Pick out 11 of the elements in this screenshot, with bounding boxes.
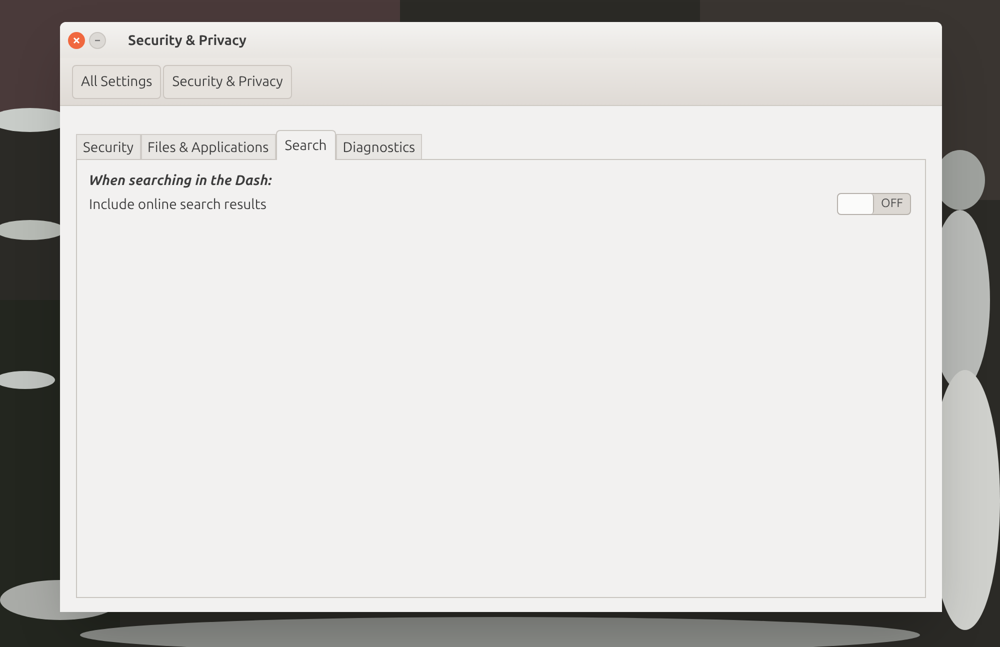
tab[interactable]: Files & Applications	[140, 134, 276, 160]
tab[interactable]: Security	[76, 134, 141, 160]
breadcrumb-button[interactable]: All Settings	[72, 64, 162, 98]
breadcrumb-button[interactable]: Security & Privacy	[163, 64, 292, 98]
toggle-switch[interactable]: OFF	[837, 193, 911, 215]
window-title: Security & Privacy	[128, 30, 246, 50]
close-icon[interactable]	[68, 32, 85, 48]
tab[interactable]: Search	[276, 130, 336, 160]
option-label: Include online search results	[89, 194, 266, 214]
tab[interactable]: Diagnostics	[336, 134, 422, 160]
section-heading: When searching in the Dash:	[89, 171, 273, 190]
